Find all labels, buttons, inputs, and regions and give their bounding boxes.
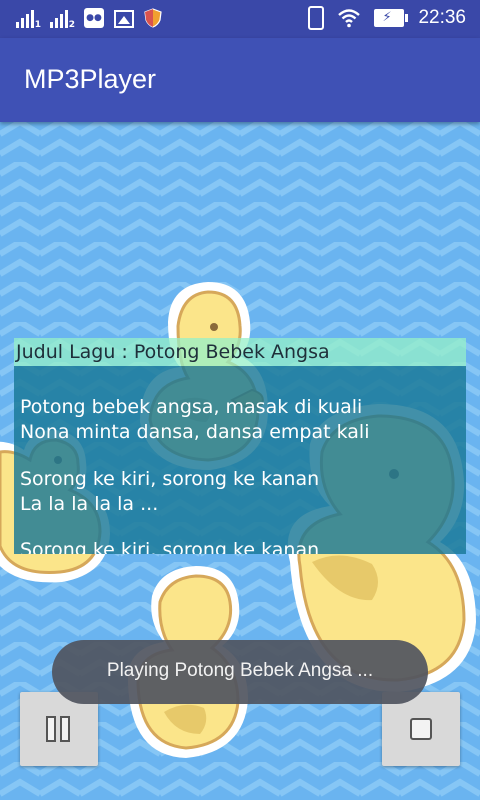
status-clock: 22:36: [418, 7, 466, 28]
app-bar: MP3Player: [0, 38, 480, 122]
lyric-line: Sorong ke kiri, sorong ke kanan: [20, 539, 320, 554]
lyric-line: Nona minta dansa, dansa empat kali: [20, 421, 370, 443]
signal-icon: 2: [50, 8, 75, 30]
lyrics-scroll-view[interactable]: Potong bebek angsa, masak di kuali Nona …: [14, 366, 466, 554]
shield-icon: [144, 8, 162, 28]
song-title-bar: Judul Lagu : Potong Bebek Angsa: [14, 338, 466, 366]
stop-icon: [410, 718, 432, 740]
lyric-line: Sorong ke kiri, sorong ke kanan: [20, 468, 320, 490]
wifi-icon: [338, 9, 361, 28]
song-title: Judul Lagu : Potong Bebek Angsa: [16, 341, 330, 363]
toast-notification: Playing Potong Bebek Angsa ...: [52, 640, 428, 704]
sim1-label: 1: [34, 20, 41, 30]
status-left-icons: 1 2 ●●: [16, 8, 162, 30]
image-icon: [114, 10, 134, 28]
sim2-label: 2: [68, 20, 75, 30]
battery-charging-icon: ⚡: [374, 9, 409, 27]
lyric-line: Potong bebek angsa, masak di kuali: [20, 396, 363, 418]
status-bar: 1 2 ●● ⚡ 22:36: [0, 0, 480, 38]
vibrate-icon: [308, 6, 325, 30]
bbm-icon: ●●: [84, 8, 104, 28]
status-right-icons: ⚡ 22:36: [308, 6, 466, 30]
lyric-line: La la la la la ...: [20, 493, 159, 515]
app-title: MP3Player: [24, 64, 157, 94]
pause-icon: [46, 716, 72, 742]
toast-message: Playing Potong Bebek Angsa ...: [106, 660, 374, 681]
signal-icon: 1: [16, 8, 41, 30]
